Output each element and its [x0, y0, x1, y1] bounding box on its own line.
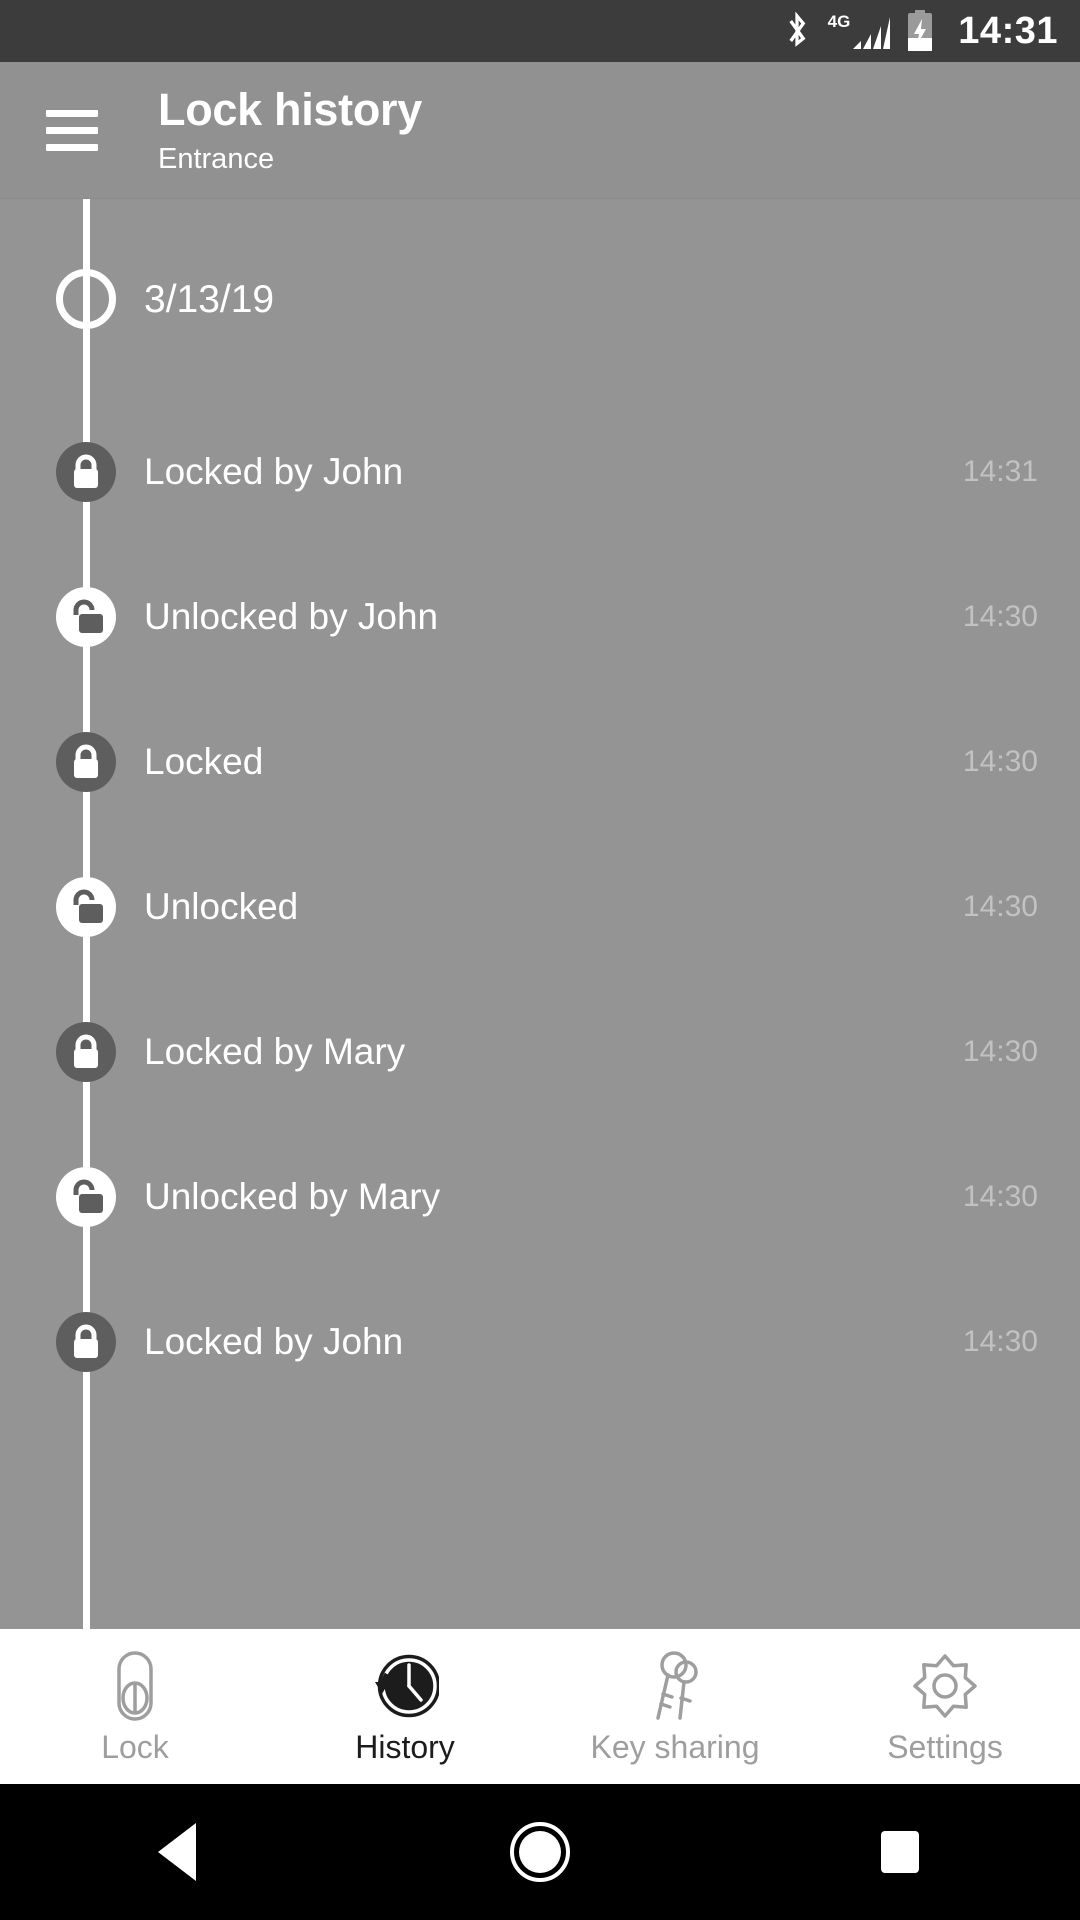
nav-item-label: Settings [887, 1729, 1003, 1765]
app-bar: Lock history Entrance [0, 62, 1080, 199]
timeline-event-label: Unlocked by John [144, 596, 439, 637]
status-bar: 4G 14:31 [0, 0, 1080, 62]
bluetooth-icon [782, 11, 812, 51]
hamburger-line [46, 126, 98, 134]
lock-closed-icon [56, 1311, 116, 1372]
app-bar-titles: Lock history Entrance [158, 86, 422, 173]
back-triangle-icon[interactable] [100, 1784, 260, 1920]
timeline-event-row[interactable]: Locked by John 14:31 [0, 399, 1080, 544]
hamburger-line [46, 143, 98, 151]
hamburger-menu-icon[interactable] [46, 109, 98, 151]
timeline-date-row: 3/13/19 [0, 199, 1080, 399]
mobile-network-indicator: 4G [828, 13, 891, 50]
timeline-event-label: Locked by Mary [144, 1031, 406, 1072]
timeline-rows: 3/13/19 Locked by John 14:31 Unlocked by Jo… [0, 199, 1080, 1414]
home-circle-icon[interactable] [460, 1784, 620, 1920]
lock-closed-icon [56, 441, 116, 502]
android-navigation-bar [0, 1784, 1080, 1920]
timeline-event-row[interactable]: Locked by Mary 14:30 [0, 979, 1080, 1124]
timeline-event-time: 14:30 [962, 599, 1038, 633]
recents-square-icon[interactable] [820, 1784, 980, 1920]
lock-open-icon [56, 876, 116, 937]
network-type-label: 4G [827, 11, 851, 31]
page-subtitle: Entrance [158, 142, 275, 175]
timeline-event-time: 14:30 [962, 889, 1038, 923]
lock-cylinder-icon [109, 1650, 161, 1722]
clock-history-icon [371, 1650, 439, 1722]
timeline-event-label: Locked by John [144, 1321, 404, 1362]
hamburger-line [46, 109, 98, 117]
lock-open-icon [56, 586, 116, 647]
timeline-event-label: Unlocked by Mary [144, 1176, 441, 1217]
timeline-event-time: 14:31 [962, 454, 1038, 488]
timeline-event-row[interactable]: Locked 14:30 [0, 689, 1080, 834]
battery-charging-icon [906, 10, 934, 52]
nav-item-label: History [355, 1729, 455, 1765]
timeline-event-label: Unlocked [144, 886, 299, 927]
timeline-event-time: 14:30 [962, 1034, 1038, 1068]
timeline-event-time: 14:30 [962, 744, 1038, 778]
nav-item-history[interactable]: History [270, 1650, 540, 1763]
nav-item-label: Lock [101, 1729, 169, 1765]
lock-open-icon [56, 1166, 116, 1227]
timeline-event-time: 14:30 [962, 1179, 1038, 1213]
status-bar-clock: 14:31 [958, 10, 1058, 52]
phone-screen: 4G 14:31 Lock history Entrance 3/13/19 L… [0, 0, 1080, 1920]
signal-bars-icon [852, 16, 891, 50]
lock-closed-icon [56, 1021, 116, 1082]
circle-outline-icon [56, 269, 116, 329]
timeline-date-label: 3/13/19 [144, 277, 275, 321]
timeline-event-row[interactable]: Unlocked 14:30 [0, 834, 1080, 979]
lock-history-timeline[interactable]: 3/13/19 Locked by John 14:31 Unlocked by Jo… [0, 199, 1080, 1629]
timeline-event-label: Locked [144, 741, 264, 782]
timeline-event-row[interactable]: Locked by John 14:30 [0, 1269, 1080, 1414]
lock-closed-icon [56, 731, 116, 792]
timeline-event-row[interactable]: Unlocked by John 14:30 [0, 544, 1080, 689]
page-title: Lock history [158, 84, 422, 136]
timeline-event-label: Locked by John [144, 451, 404, 492]
nav-item-label: Key sharing [590, 1729, 760, 1765]
nav-item-key-sharing[interactable]: Key sharing [540, 1650, 810, 1763]
keys-icon [644, 1650, 706, 1722]
timeline-event-row[interactable]: Unlocked by Mary 14:30 [0, 1124, 1080, 1269]
bottom-navigation: Lock History Key sharing Settings [0, 1629, 1080, 1784]
timeline-event-time: 14:30 [962, 1324, 1038, 1358]
nav-item-lock[interactable]: Lock [0, 1650, 270, 1763]
nav-item-settings[interactable]: Settings [810, 1650, 1080, 1763]
gear-icon [911, 1650, 979, 1722]
